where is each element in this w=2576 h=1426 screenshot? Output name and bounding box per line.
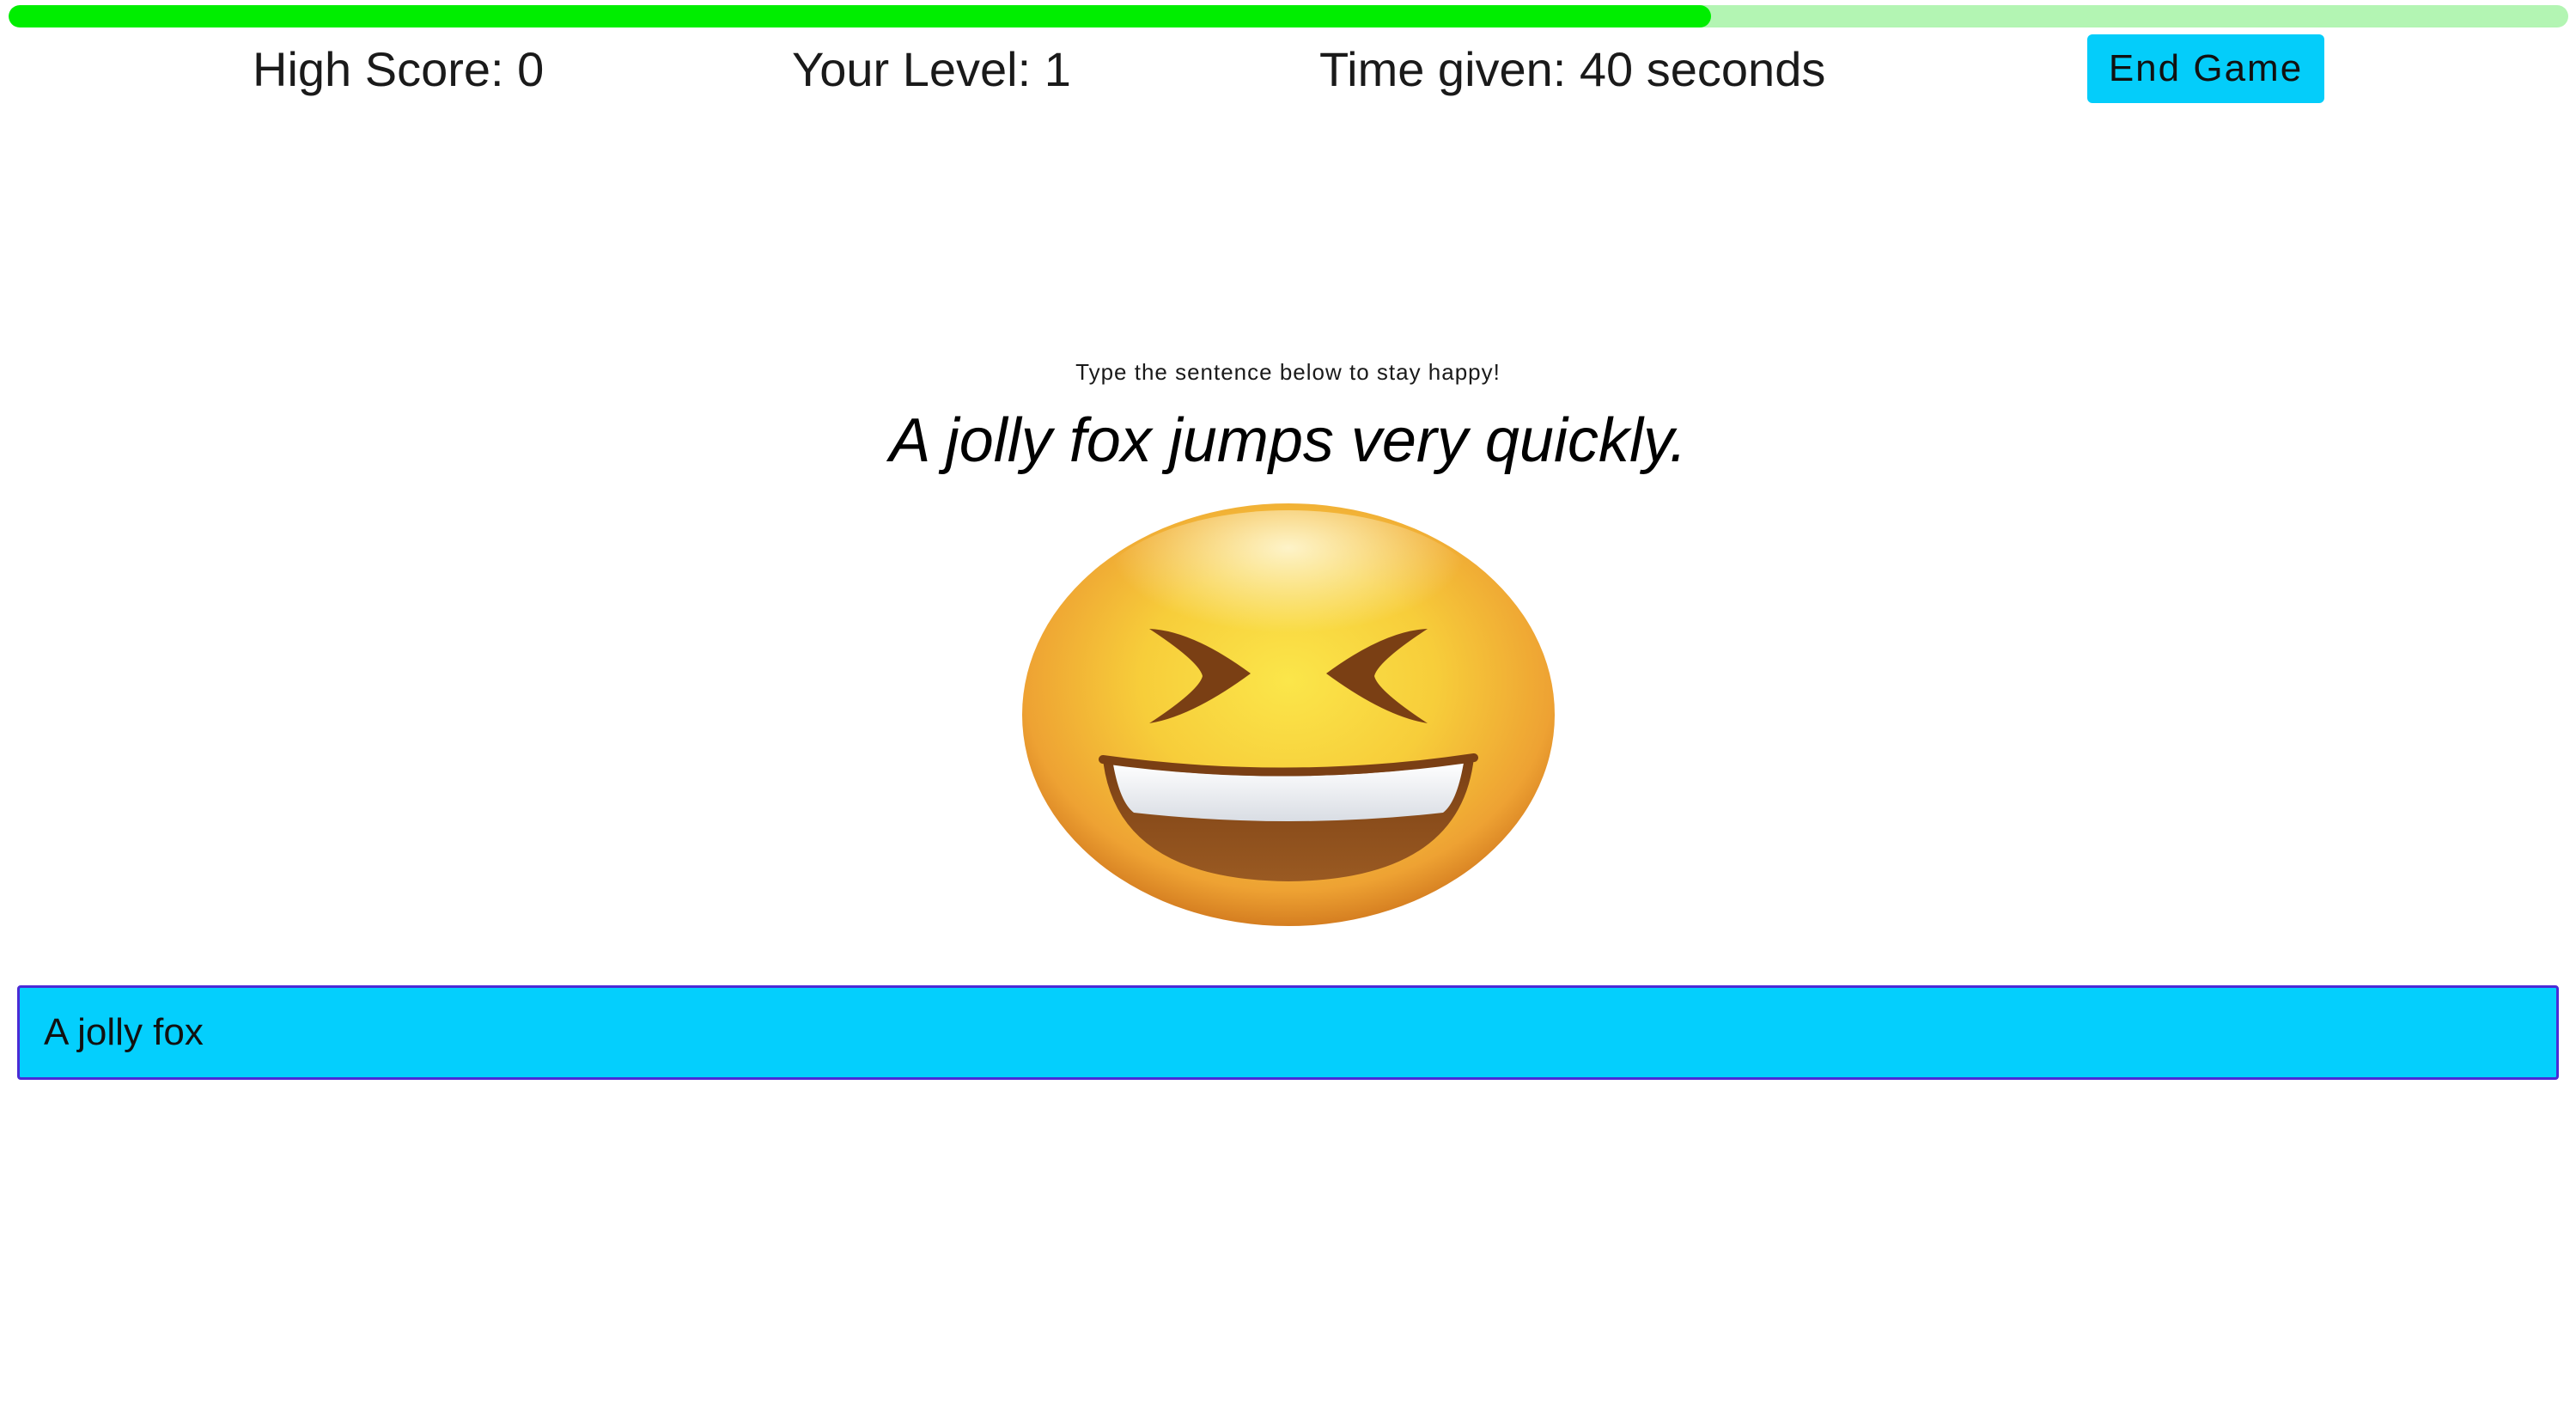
end-game-button[interactable]: End Game <box>2087 34 2324 103</box>
target-sentence: A jolly fox jumps very quickly. <box>889 406 1687 475</box>
high-score-label: High Score: 0 <box>253 42 545 96</box>
instruction-text: Type the sentence below to stay happy! <box>1075 359 1501 385</box>
sentence-typing-input[interactable] <box>17 985 2559 1080</box>
level-label: Your Level: 1 <box>792 42 1071 96</box>
time-given-label: Time given: 40 seconds <box>1319 42 1826 96</box>
grinning-squinting-face-icon <box>1020 502 1556 928</box>
timer-progress-track <box>9 5 2568 27</box>
timer-progress-fill <box>9 5 1711 27</box>
